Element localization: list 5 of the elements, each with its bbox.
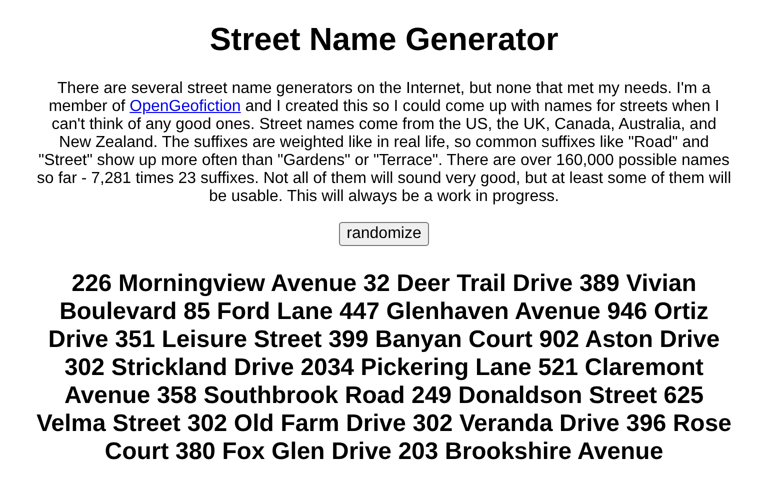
street-names: 226 Morningview Avenue 32 Deer Trail Drive 389 Vivian Boulevard 85 Ford Lane 447 Glenhaven Avenue 946 Ortiz Drive 351 Leisure Street 399 Banyan Court 902 Aston Drive 302 Strickland Drive 2034 Pickering Lane 521 Claremont Avenue 358 Southbrook Road 249 Donaldson Street 625 Velma Street 302 Old Farm Drive 302 Veranda Drive 396 Rose Court 380 Fox Glen Drive 203 Brookshire Avenue bbox=[35, 270, 733, 466]
intro-paragraph: There are several street name generators on the Internet, but none that met my needs. I'm a member of OpenGeofiction and I created this so I could come up with names for streets when I can't think of any good ones. Street names come from the US, the UK, Canada, Australia, and New Zealand. The suffixes are weighted like in real life, so common suffixes like "Road" and "Street" show up more often than "Gardens" or "Terrace". There are over 160,000 possible names so far - 7,281 times 23 suffixes. Not all of them will sound very good, but at least some of them will be usable. This will always be a work in progress. bbox=[36, 80, 732, 206]
opengeofiction-link[interactable]: OpenGeofiction bbox=[130, 98, 241, 115]
randomize-button[interactable]: randomize bbox=[338, 222, 430, 246]
page-title: Street Name Generator bbox=[210, 21, 558, 58]
